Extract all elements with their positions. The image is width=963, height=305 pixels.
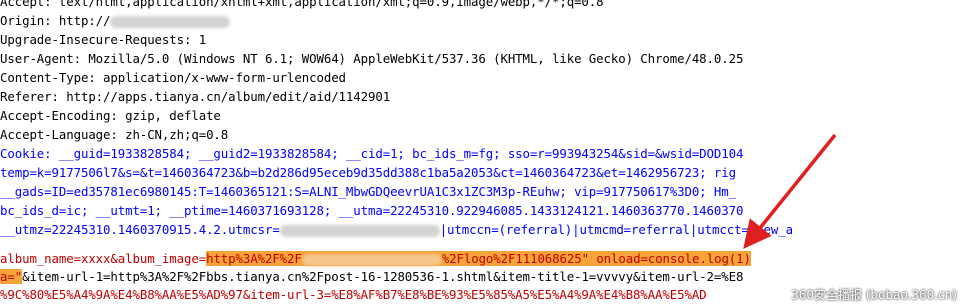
red-arrow-annotation bbox=[743, 133, 837, 249]
http-request-viewer: Accept: text/html,application/xhtml+xml,… bbox=[0, 0, 963, 305]
watermark-logo: 360安全播报 (bobao.360.cn) bbox=[791, 288, 957, 302]
